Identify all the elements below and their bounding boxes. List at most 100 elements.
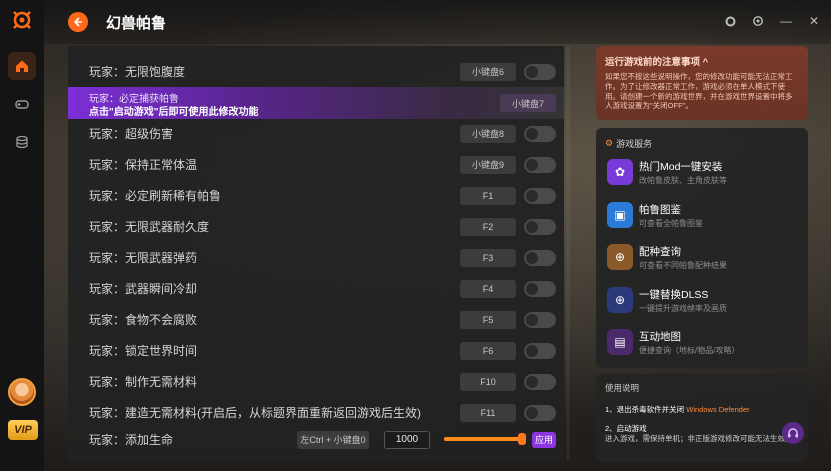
home-icon[interactable] — [8, 52, 36, 80]
app-logo-icon — [10, 8, 34, 32]
cheat-row: 玩家：武器瞬间冷却 F4 — [68, 273, 564, 304]
cheat-toggle[interactable] — [524, 373, 556, 390]
cheat-toggle[interactable] — [524, 187, 556, 204]
cheat-label: 玩家：超级伤害 — [89, 127, 174, 141]
scrollbar[interactable] — [566, 46, 570, 461]
notice-title[interactable]: 运行游戏前的注意事项 ^ — [605, 54, 799, 68]
hotkey-button[interactable]: F10 — [460, 372, 516, 391]
hotkey-button[interactable]: F4 — [460, 279, 516, 298]
cheat-label: 玩家：锁定世界时间 — [89, 344, 198, 358]
title-bar: 幻兽帕鲁 — ✕ — [44, 0, 831, 44]
download-icon: ⊕ — [607, 287, 633, 313]
cheat-toggle[interactable] — [524, 404, 556, 421]
hotkey-button[interactable]: 小键盘8 — [460, 124, 516, 143]
hotkey-button[interactable]: 左Ctrl + 小键盘0 — [297, 430, 369, 449]
service-subtitle: 改帕鲁皮肤、主角皮肤等 — [639, 176, 727, 185]
cheat-label: 玩家：武器瞬间冷却 — [89, 282, 198, 296]
hotkey-button[interactable]: F11 — [460, 403, 516, 422]
notice-panel: 运行游戏前的注意事项 ^ 如果您不按这些说明操作，您的修改功能可能无法正常工作。… — [596, 46, 808, 120]
apply-button[interactable]: 应用 — [532, 431, 556, 448]
life-slider[interactable] — [444, 433, 526, 445]
hotkey-button[interactable]: F6 — [460, 341, 516, 360]
cheat-row-highlighted: 玩家：必定捕获帕鲁 点击"启动游戏"后即可使用此修改功能 小键盘7 — [68, 87, 564, 119]
services-heading: ⚙ 游戏服务 — [605, 137, 652, 150]
service-map[interactable]: ▤ 互动地图 便捷查询（地标/物品/攻略） — [607, 326, 803, 360]
book-icon: ▣ — [607, 202, 633, 228]
hotkey-button[interactable]: F1 — [460, 186, 516, 205]
usage-title: 使用说明 — [605, 383, 640, 393]
service-breeding[interactable]: ⊕ 配种查询 可查看不同帕鲁配种结果 — [607, 241, 803, 275]
minimize-icon[interactable]: — — [779, 14, 793, 28]
service-title: 一键替换DLSS — [639, 289, 709, 301]
life-value-input[interactable]: 1000 — [384, 430, 430, 449]
service-title: 互动地图 — [639, 331, 681, 343]
service-mod-install[interactable]: ✿ 热门Mod一键安装 改帕鲁皮肤、主角皮肤等 — [607, 156, 803, 190]
cheat-row: 玩家：必定刷新稀有帕鲁 F1 — [68, 180, 564, 211]
hotkey-button[interactable]: 小键盘9 — [460, 155, 516, 174]
service-subtitle: 可查看不同帕鲁配种结果 — [639, 261, 727, 270]
cheat-toggle[interactable] — [524, 342, 556, 359]
cheat-label: 玩家：建造无需材料(开启后，从标题界面重新返回游戏后生效) — [89, 406, 421, 420]
usage-step-2-text: 进入游戏，需保持单机；非正版游戏修改可能无法生效。 — [605, 434, 793, 443]
storage-icon[interactable] — [8, 128, 36, 156]
service-title: 帕鲁图鉴 — [639, 204, 681, 216]
vip-badge[interactable]: VIP — [8, 420, 38, 440]
cheat-label: 玩家：必定刷新稀有帕鲁 — [89, 189, 222, 203]
notice-text: 如果您不按这些说明操作，您的修改功能可能无法正常工作。为了让修改器正常工作，游戏… — [605, 72, 793, 111]
hotkey-button[interactable]: 小键盘6 — [460, 62, 516, 81]
usage-panel: 使用说明 1、退出杀毒软件并关闭 Windows Defender 2、启动游戏… — [596, 374, 808, 462]
game-services-panel: ⚙ 游戏服务 ✿ 热门Mod一键安装 改帕鲁皮肤、主角皮肤等 ▣ 帕鲁图鉴 可查… — [596, 128, 808, 368]
record-icon[interactable] — [723, 14, 737, 28]
service-icon: ⚙ — [605, 138, 614, 148]
cheat-label: 玩家：保持正常体温 — [89, 158, 198, 172]
service-dlss[interactable]: ⊕ 一键替换DLSS 一键提升游戏帧率及画质 — [607, 284, 803, 318]
cheat-row: 玩家：保持正常体温 小键盘9 — [68, 149, 564, 180]
cheat-toggle[interactable] — [524, 156, 556, 173]
cheat-toggle[interactable] — [524, 311, 556, 328]
user-avatar[interactable] — [8, 378, 36, 406]
hotkey-button[interactable]: F2 — [460, 217, 516, 236]
service-subtitle: 可查看全帕鲁图鉴 — [639, 219, 703, 228]
usage-step-1: 1、退出杀毒软件并关闭 Windows Defender — [605, 404, 799, 415]
hotkey-button[interactable]: F3 — [460, 248, 516, 267]
launch-hint: 点击"启动游戏"后即可使用此修改功能 — [89, 107, 259, 118]
download-icon: ⊕ — [607, 244, 633, 270]
cheat-list: 玩家：无限饱腹度 小键盘6 玩家：必定捕获帕鲁 点击"启动游戏"后即可使用此修改… — [68, 46, 564, 461]
usage-step-1-highlight: Windows Defender — [686, 405, 750, 414]
hotkey-button[interactable]: 小键盘7 — [500, 94, 556, 112]
slider-fill — [444, 437, 522, 441]
slider-thumb[interactable] — [517, 433, 526, 445]
cheat-row: 玩家：无限饱腹度 小键盘6 — [68, 56, 564, 87]
page-title: 幻兽帕鲁 — [106, 14, 167, 32]
settings-icon[interactable] — [751, 14, 765, 28]
cheat-label: 玩家：无限武器弹药 — [89, 251, 198, 265]
cheat-toggle[interactable] — [524, 63, 556, 80]
add-life-row: 玩家：添加生命 左Ctrl + 小键盘0 1000 应用 — [68, 424, 564, 455]
cheat-toggle[interactable] — [524, 280, 556, 297]
cheat-toggle[interactable] — [524, 249, 556, 266]
cheat-row: 玩家：无限武器耐久度 F2 — [68, 211, 564, 242]
cheat-row: 玩家：锁定世界时间 F6 — [68, 335, 564, 366]
headset-icon[interactable] — [782, 422, 804, 444]
gamepad-icon[interactable] — [8, 90, 36, 118]
back-icon[interactable] — [68, 12, 88, 32]
usage-step-1-text: 1、退出杀毒软件并关闭 — [605, 405, 687, 414]
cheat-label: 玩家：无限武器耐久度 — [89, 220, 210, 234]
service-title: 配种查询 — [639, 246, 681, 258]
cheat-toggle[interactable] — [524, 218, 556, 235]
window-controls: — ✕ — [723, 14, 821, 28]
service-subtitle: 便捷查询（地标/物品/攻略） — [639, 346, 740, 355]
close-icon[interactable]: ✕ — [807, 14, 821, 28]
cheat-row: 玩家：无限武器弹药 F3 — [68, 242, 564, 273]
map-icon: ▤ — [607, 329, 633, 355]
services-heading-label: 游戏服务 — [616, 139, 653, 149]
cheat-label: 玩家：添加生命 — [89, 433, 174, 447]
hotkey-button[interactable]: F5 — [460, 310, 516, 329]
cheat-label: 玩家：制作无需材料 — [89, 375, 198, 389]
sidebar: VIP — [0, 0, 44, 471]
service-subtitle: 一键提升游戏帧率及画质 — [639, 304, 727, 313]
cheat-toggle[interactable] — [524, 125, 556, 142]
cheat-row: 玩家：食物不会腐败 F5 — [68, 304, 564, 335]
service-pal-book[interactable]: ▣ 帕鲁图鉴 可查看全帕鲁图鉴 — [607, 199, 803, 233]
cheat-row: 玩家：制作无需材料 F10 — [68, 366, 564, 397]
